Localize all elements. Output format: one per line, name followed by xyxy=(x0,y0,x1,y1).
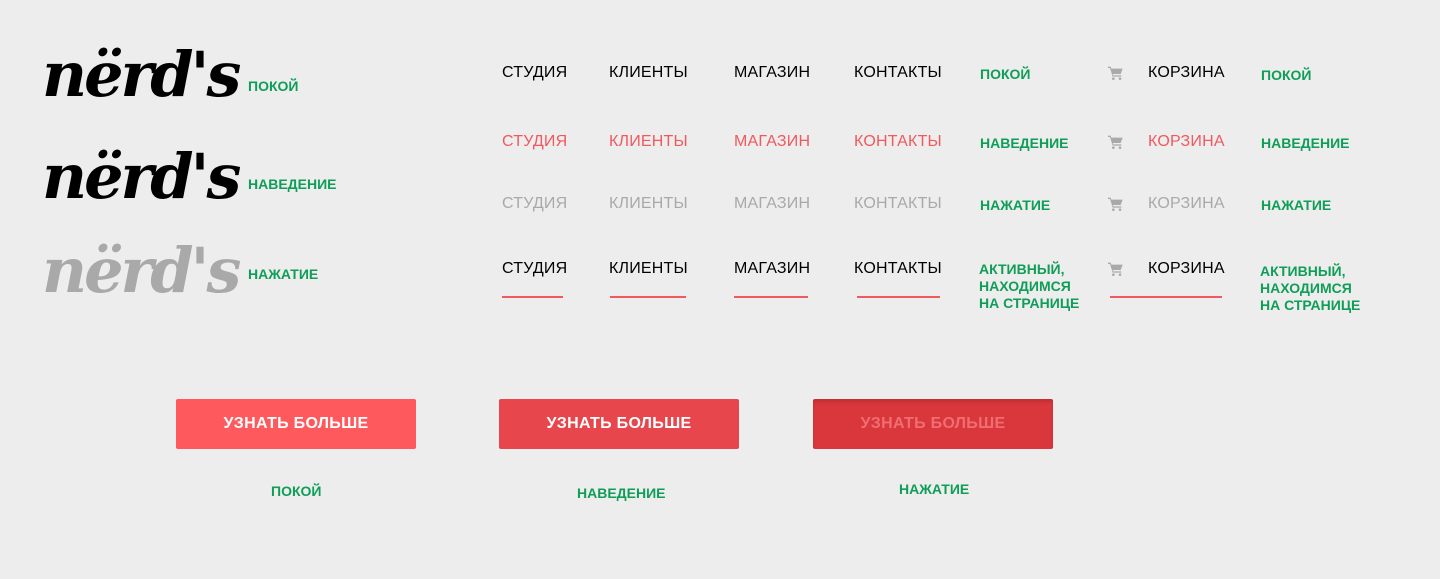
nav-cart-pressed[interactable]: КОРЗИНА xyxy=(1148,194,1225,214)
logo-normal[interactable]: nërd's xyxy=(42,44,241,106)
nav-cart-active[interactable]: КОРЗИНА xyxy=(1148,259,1225,279)
logo-state-hover-label: НАВЕДЕНИЕ xyxy=(248,176,337,192)
state-line: НАХОДИМСЯ xyxy=(1260,280,1352,296)
state-line: НА СТРАНИЦЕ xyxy=(979,295,1080,311)
learn-more-button-hover[interactable]: УЗНАТЬ БОЛЬШЕ xyxy=(499,399,739,449)
active-underline xyxy=(857,296,940,298)
nav-state-hover-label: НАВЕДЕНИЕ xyxy=(980,135,1069,151)
active-underline xyxy=(610,296,686,298)
nav-studio-hover[interactable]: СТУДИЯ xyxy=(502,132,567,152)
nav-contacts-pressed[interactable]: КОНТАКТЫ xyxy=(854,194,942,214)
nav-clients-pressed[interactable]: КЛИЕНТЫ xyxy=(609,194,688,214)
logo-state-pressed-label: НАЖАТИЕ xyxy=(248,266,319,282)
nav-contacts-normal[interactable]: КОНТАКТЫ xyxy=(854,63,942,83)
nav-contacts-active[interactable]: КОНТАКТЫ xyxy=(854,259,942,279)
logo-state-normal-label: ПОКОЙ xyxy=(248,78,299,94)
nav-studio-active[interactable]: СТУДИЯ xyxy=(502,259,567,279)
cart-icon xyxy=(1108,262,1123,276)
cart-state-normal-label: ПОКОЙ xyxy=(1261,67,1312,83)
state-line: АКТИВНЫЙ, xyxy=(979,261,1065,277)
nav-contacts-hover[interactable]: КОНТАКТЫ xyxy=(854,132,942,152)
nav-shop-hover[interactable]: МАГАЗИН xyxy=(734,132,810,152)
nav-state-normal-label: ПОКОЙ xyxy=(980,66,1031,82)
cart-icon xyxy=(1108,66,1123,80)
nav-shop-normal[interactable]: МАГАЗИН xyxy=(734,63,810,83)
active-underline xyxy=(502,296,563,298)
state-line: НАХОДИМСЯ xyxy=(979,278,1071,294)
active-underline xyxy=(734,296,808,298)
nav-cart-normal[interactable]: КОРЗИНА xyxy=(1148,63,1225,83)
learn-more-button-normal[interactable]: УЗНАТЬ БОЛЬШЕ xyxy=(176,399,416,449)
nav-clients-normal[interactable]: КЛИЕНТЫ xyxy=(609,63,688,83)
nav-studio-normal[interactable]: СТУДИЯ xyxy=(502,63,567,83)
logo-hover[interactable]: nërd's xyxy=(42,146,241,208)
button-state-pressed-label: НАЖАТИЕ xyxy=(899,481,970,497)
state-line: АКТИВНЫЙ, xyxy=(1260,263,1346,279)
button-state-hover-label: НАВЕДЕНИЕ xyxy=(577,485,666,501)
nav-clients-hover[interactable]: КЛИЕНТЫ xyxy=(609,132,688,152)
button-state-normal-label: ПОКОЙ xyxy=(271,483,322,499)
cart-icon xyxy=(1108,135,1123,149)
nav-clients-active[interactable]: КЛИЕНТЫ xyxy=(609,259,688,279)
active-underline xyxy=(1110,296,1222,298)
nav-state-pressed-label: НАЖАТИЕ xyxy=(980,197,1051,213)
cart-state-hover-label: НАВЕДЕНИЕ xyxy=(1261,135,1350,151)
nav-shop-active[interactable]: МАГАЗИН xyxy=(734,259,810,279)
logo-pressed[interactable]: nërd's xyxy=(42,240,241,302)
nav-cart-hover[interactable]: КОРЗИНА xyxy=(1148,132,1225,152)
nav-studio-pressed[interactable]: СТУДИЯ xyxy=(502,194,567,214)
nav-shop-pressed[interactable]: МАГАЗИН xyxy=(734,194,810,214)
learn-more-button-pressed[interactable]: УЗНАТЬ БОЛЬШЕ xyxy=(813,399,1053,449)
state-line: НА СТРАНИЦЕ xyxy=(1260,297,1361,313)
cart-state-pressed-label: НАЖАТИЕ xyxy=(1261,197,1332,213)
nav-state-active-label: АКТИВНЫЙ, НАХОДИМСЯ НА СТРАНИЦЕ xyxy=(979,261,1079,312)
cart-icon xyxy=(1108,197,1123,211)
cart-state-active-label: АКТИВНЫЙ, НАХОДИМСЯ НА СТРАНИЦЕ xyxy=(1260,263,1360,314)
